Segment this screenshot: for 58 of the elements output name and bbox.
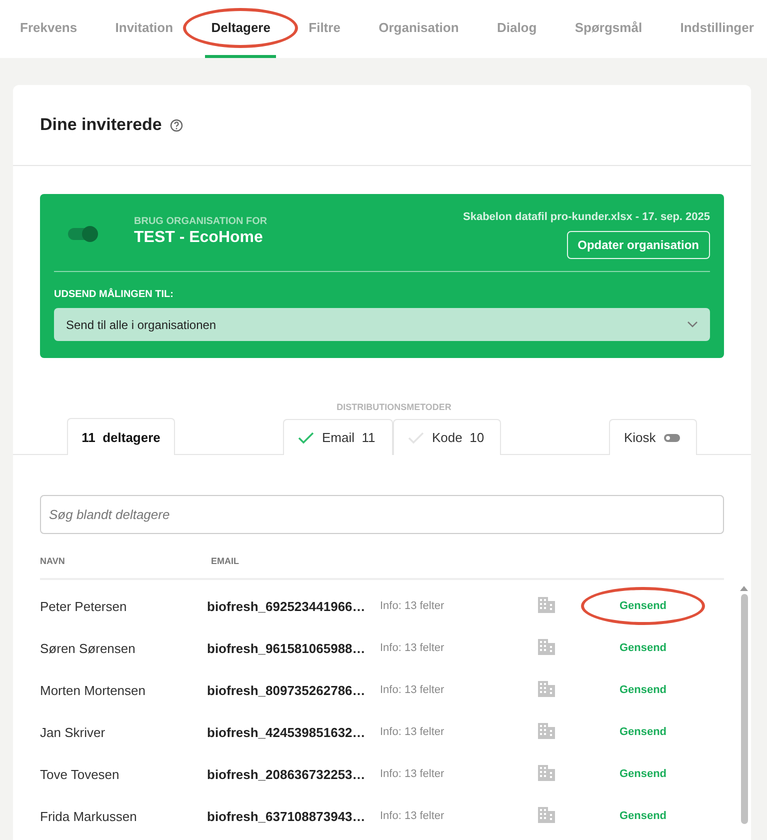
participants-tab[interactable]: 11 deltagere xyxy=(67,418,175,455)
column-header: EMAIL xyxy=(211,556,239,568)
resend-button[interactable]: Gensend xyxy=(615,596,671,616)
nav-tab[interactable]: Deltagere xyxy=(205,0,276,58)
participant-email: biofresh_637108873943… xyxy=(207,808,366,824)
participant-name: Morten Mortensen xyxy=(40,682,146,698)
building-icon xyxy=(538,764,555,781)
method-tab[interactable]: Kode 10 xyxy=(393,419,501,455)
nav-tab[interactable]: Indstillinger xyxy=(674,0,760,58)
recipients-dropdown[interactable]: Send til alle i organisationen xyxy=(54,308,710,341)
nav-tab[interactable]: Spørgsmål xyxy=(568,0,648,58)
info-text: Info: 13 felter xyxy=(380,600,446,612)
building-icon xyxy=(538,638,555,655)
distribution-label: DISTRIBUTIONSMETODER xyxy=(336,402,452,412)
participant-email: biofresh_208636732253… xyxy=(207,766,366,782)
participant-name: Tove Tovesen xyxy=(40,766,120,782)
participant-name: Søren Sørensen xyxy=(40,640,136,656)
building-icon xyxy=(538,680,555,697)
participant-email: biofresh_961581065988… xyxy=(207,640,366,656)
info-text: Info: 13 felter xyxy=(380,642,446,654)
participant-name: Peter Petersen xyxy=(40,598,128,614)
resend-button[interactable]: Gensend xyxy=(615,722,671,742)
participant-email: biofresh_692523441966… xyxy=(207,598,366,614)
building-icon xyxy=(538,722,555,739)
kiosk-toggle[interactable] xyxy=(664,434,680,442)
organisation-toggle[interactable] xyxy=(68,228,96,240)
column-header: NAVN xyxy=(40,556,66,568)
info-text: Info: 13 felter xyxy=(380,726,446,738)
chevron-down-icon xyxy=(687,321,698,328)
building-icon xyxy=(538,806,555,823)
participant-email: biofresh_424539851632… xyxy=(207,724,366,740)
nav-tab[interactable]: Organisation xyxy=(372,0,465,58)
method-tab[interactable]: Email 11 xyxy=(283,419,393,455)
send-label: UDSEND MÅLINGEN TIL: xyxy=(54,289,174,300)
resend-button[interactable]: Gensend xyxy=(615,764,671,784)
help-icon xyxy=(170,118,183,132)
nav-tab[interactable]: Frekvens xyxy=(14,0,84,58)
update-organisation-button[interactable]: Opdater organisation xyxy=(566,231,710,259)
participant-email: biofresh_809735262786… xyxy=(207,682,366,698)
info-text: Info: 13 felter xyxy=(380,684,446,696)
kiosk-tab[interactable]: Kiosk xyxy=(609,419,697,455)
building-icon xyxy=(538,596,555,613)
organisation-name: TEST - EcoHome xyxy=(134,229,264,247)
section-title: Dine inviterede xyxy=(40,115,162,135)
resend-button[interactable]: Gensend xyxy=(615,638,671,658)
info-text: Info: 13 felter xyxy=(380,768,446,780)
resend-button[interactable]: Gensend xyxy=(615,806,671,826)
search-field[interactable]: Søg blandt deltagere xyxy=(40,495,724,534)
participant-name: Jan Skriver xyxy=(40,724,106,740)
panel-label: BRUG ORGANISATION FOR xyxy=(134,216,268,227)
participant-name: Frida Markussen xyxy=(40,808,138,824)
scrollbar[interactable] xyxy=(740,586,748,826)
data-file-label: Skabelon datafil pro-kunder.xlsx - 17. sep. 2025 xyxy=(463,211,710,223)
nav-tab[interactable]: Invitation xyxy=(109,0,180,58)
nav-tab[interactable]: Filtre xyxy=(302,0,346,58)
nav-tab[interactable]: Dialog xyxy=(490,0,543,58)
resend-button[interactable]: Gensend xyxy=(615,680,671,700)
info-text: Info: 13 felter xyxy=(380,810,446,822)
